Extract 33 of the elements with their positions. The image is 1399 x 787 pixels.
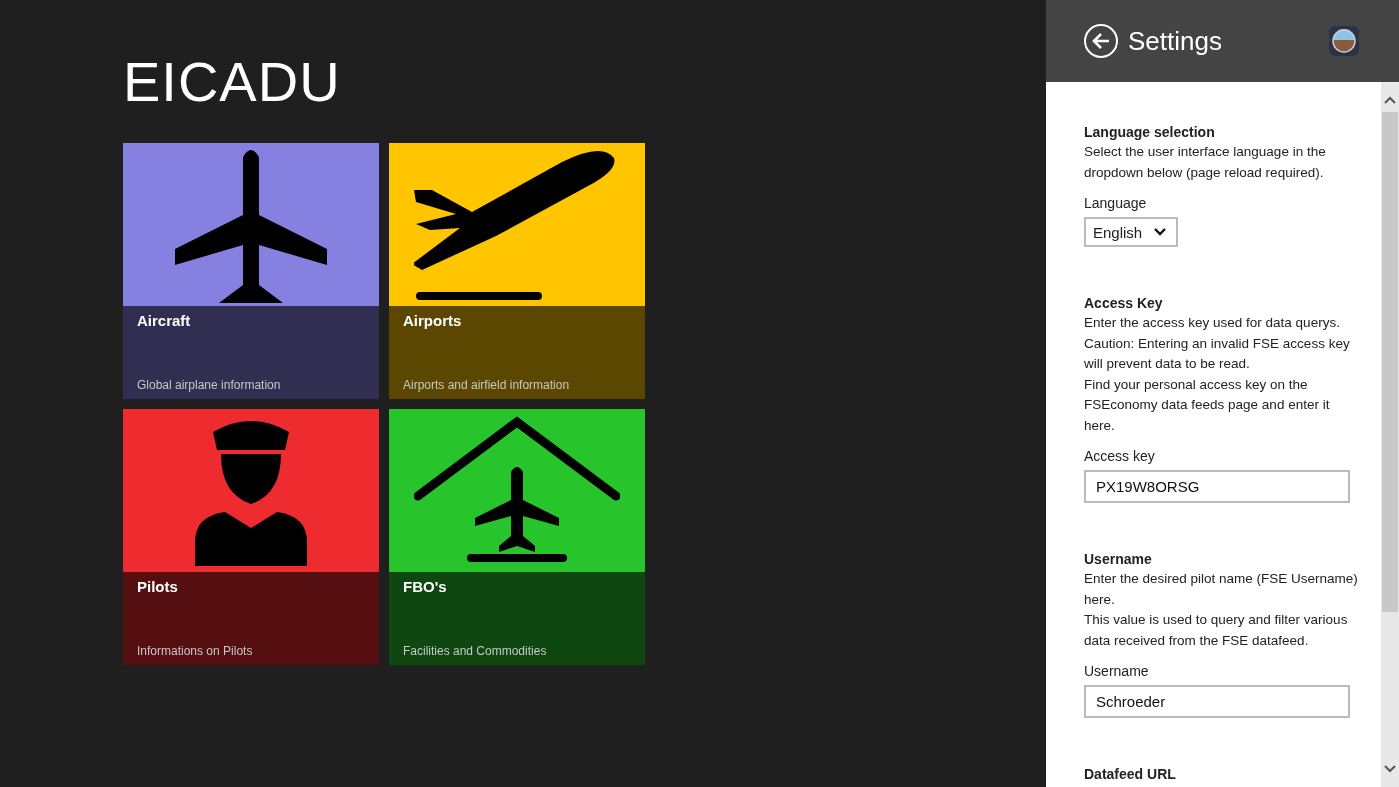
section-description: This value is used to query and filter various data received from the FSE datafeed.	[1084, 611, 1349, 650]
tile-title: Aircraft	[137, 312, 191, 329]
section-description: Select the user interface language in the dropdown below (page reload required).	[1084, 143, 1327, 182]
scroll-up-icon[interactable]	[1384, 96, 1396, 104]
input-field[interactable]: Schroeder	[1084, 685, 1350, 718]
section-heading: Language selection	[1084, 123, 1215, 142]
tile-subtitle: Informations on Pilots	[137, 644, 253, 658]
language-dropdown[interactable]: English	[1084, 217, 1179, 247]
tile-subtitle: Global airplane information	[137, 378, 281, 392]
scrollbar[interactable]	[1381, 82, 1399, 787]
tile-subtitle: Airports and airfield information	[403, 378, 570, 392]
section-heading: Datafeed URL	[1084, 765, 1176, 784]
section-heading: Username	[1084, 550, 1152, 569]
input-field[interactable]: PX19W8ORSG	[1084, 470, 1350, 503]
tile-subtitle: Facilities and Commodities	[403, 644, 547, 658]
section-description: Find your personal access key on the FSEconomy data feeds page and enter it here.	[1084, 375, 1331, 435]
attitude-indicator-icon	[1329, 26, 1359, 56]
scroll-down-icon[interactable]	[1384, 765, 1396, 773]
section-description: Enter the desired pilot name (FSE Username) here.	[1084, 570, 1359, 609]
field-label: Username	[1084, 662, 1149, 681]
section-description: Enter the access key used for data querys.	[1084, 314, 1340, 332]
panel-title: Settings	[1128, 25, 1223, 57]
tile-title: FBO's	[403, 578, 447, 595]
tile-title: Pilots	[137, 578, 178, 595]
tile-title: Airports	[403, 312, 462, 329]
field-label: Access key	[1084, 447, 1155, 466]
back-arrow-icon	[1091, 32, 1111, 50]
chevron-down-icon	[1154, 228, 1167, 236]
app-title: EICADU	[123, 50, 342, 113]
section-heading: Access Key	[1084, 294, 1163, 313]
field-label: Language	[1084, 194, 1147, 213]
back-button[interactable]	[1084, 24, 1118, 58]
section-description: Caution: Entering an invalid FSE access key will prevent data to be read.	[1084, 334, 1351, 373]
